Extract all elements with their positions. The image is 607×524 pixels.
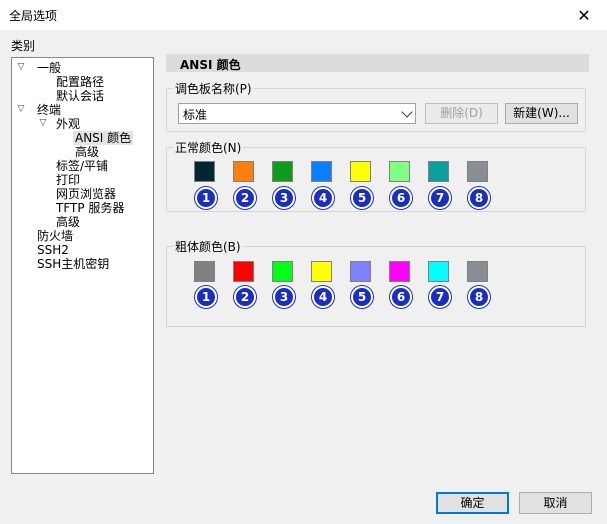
number-badge: 6 [390,187,412,209]
bold-color-1[interactable] [194,261,215,282]
tree-item-web-browser[interactable]: 网页浏览器 [56,187,116,201]
window-title: 全局选项 [9,9,58,23]
tree-item-advanced2[interactable]: 高级 [56,215,80,229]
tree-item-ansi-colors[interactable]: ANSI 颜色 [73,131,134,145]
bold-color-4[interactable] [311,261,332,282]
number-badge: 6 [390,286,412,308]
tree-item-general[interactable]: 一般 [37,61,61,75]
bold-color-7[interactable] [428,261,449,282]
ok-button[interactable]: 确定 [436,492,509,514]
bold-colors-label: 粗体颜色(B) [173,238,243,255]
category-tree[interactable]: ▽ 一般 配置路径 默认会话 ▽ 终端 ▽ 外观 ANSI 颜色 高级 标签/平… [11,57,154,474]
bold-colors-group [166,246,586,327]
normal-color-4[interactable] [311,161,332,182]
normal-color-7[interactable] [428,161,449,182]
tree-item-ssh-host-keys[interactable]: SSH主机密钥 [37,257,109,271]
number-badge: 5 [351,187,373,209]
number-badge: 1 [195,286,217,308]
delete-button[interactable]: 删除(D) [425,103,498,124]
number-badge: 2 [234,286,256,308]
close-button[interactable]: ✕ [561,0,607,30]
cancel-button[interactable]: 取消 [519,492,592,514]
normal-color-8[interactable] [467,161,488,182]
normal-color-5[interactable] [350,161,371,182]
collapse-icon[interactable]: ▽ [15,104,27,114]
tree-item-print[interactable]: 打印 [56,173,80,187]
number-badge: 4 [312,187,334,209]
number-badge: 5 [351,286,373,308]
palette-select-value: 标准 [183,108,208,122]
palette-group-label: 调色板名称(P) [173,80,254,97]
number-badge: 4 [312,286,334,308]
bold-color-2[interactable] [233,261,254,282]
normal-color-1[interactable] [194,161,215,182]
tree-item-terminal[interactable]: 终端 [37,103,61,117]
normal-colors-group [166,147,586,212]
new-button[interactable]: 新建(W)... [505,103,578,124]
bold-color-3[interactable] [272,261,293,282]
panel-title: ANSI 颜色 [180,58,241,72]
tree-item-tabs-tiling[interactable]: 标签/平铺 [56,159,108,173]
bold-color-8[interactable] [467,261,488,282]
normal-color-2[interactable] [233,161,254,182]
number-badge: 7 [429,187,451,209]
number-badge: 7 [429,286,451,308]
collapse-icon[interactable]: ▽ [15,62,27,72]
tree-item-config-path[interactable]: 配置路径 [56,75,104,89]
tree-item-firewall[interactable]: 防火墙 [37,229,73,243]
panel-header: ANSI 颜色 [166,54,589,72]
category-label: 类别 [11,39,36,53]
tree-item-ssh2[interactable]: SSH2 [37,243,69,257]
collapse-icon[interactable]: ▽ [37,118,49,128]
number-badge: 1 [195,187,217,209]
normal-color-6[interactable] [389,161,410,182]
normal-colors-label: 正常颜色(N) [173,139,244,156]
number-badge: 8 [468,187,490,209]
chevron-down-icon [401,106,413,118]
number-badge: 3 [273,286,295,308]
title-bar: 全局选项 ✕ [0,0,607,30]
number-badge: 3 [273,187,295,209]
number-badge: 8 [468,286,490,308]
bold-color-6[interactable] [389,261,410,282]
tree-item-default-session[interactable]: 默认会话 [56,89,104,103]
palette-select[interactable]: 标准 [178,103,416,124]
number-badge: 2 [234,187,256,209]
tree-item-advanced[interactable]: 高级 [75,145,99,159]
normal-color-3[interactable] [272,161,293,182]
tree-item-appearance[interactable]: 外观 [56,117,80,131]
bold-color-5[interactable] [350,261,371,282]
tree-item-tftp-server[interactable]: TFTP 服务器 [56,201,124,215]
